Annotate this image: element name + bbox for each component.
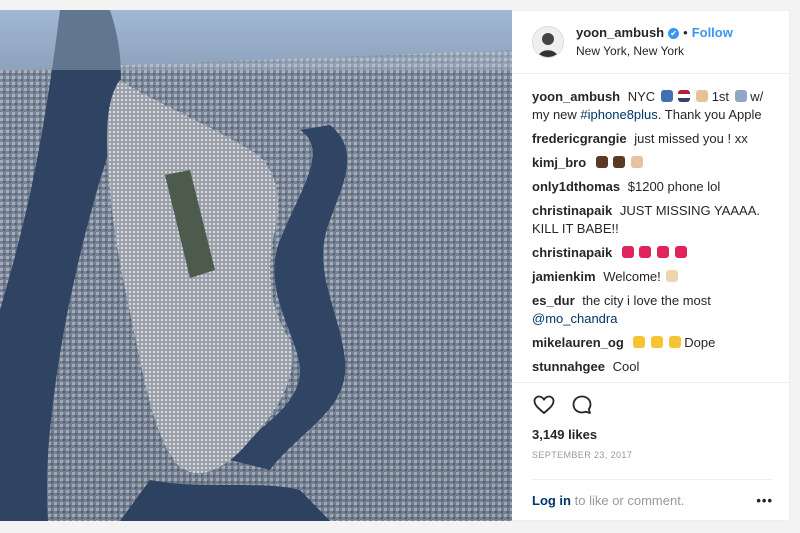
post-photo[interactable] bbox=[0, 10, 512, 521]
post-username[interactable]: yoon_ambush bbox=[576, 25, 664, 41]
post-location[interactable]: New York, New York bbox=[576, 43, 733, 59]
avatar[interactable] bbox=[532, 26, 564, 58]
post-footer: 3,149 likes SEPTEMBER 23, 2017 Log in to… bbox=[512, 382, 789, 520]
login-prompt: Log in to like or comment. ••• bbox=[532, 479, 773, 520]
post-date[interactable]: SEPTEMBER 23, 2017 bbox=[532, 450, 773, 460]
comment-username[interactable]: kimj_bro bbox=[532, 155, 586, 170]
comment-text: Welcome! bbox=[603, 269, 661, 284]
comment-username[interactable]: stunnahgee bbox=[532, 359, 605, 374]
clapping-hands-emoji-icon bbox=[668, 336, 681, 348]
action-bar bbox=[532, 385, 773, 425]
instagram-post: yoon_ambush ✔ • Follow New York, New Yor… bbox=[0, 10, 790, 521]
list-item: kimj_bro bbox=[532, 154, 775, 172]
comment-text: Dope bbox=[684, 335, 716, 350]
list-item: mikelauren_og Dope bbox=[532, 334, 775, 352]
caption-text-4: . Thank you Apple bbox=[657, 107, 762, 122]
list-item: christinapaik bbox=[532, 244, 775, 262]
comment-username[interactable]: mikelauren_og bbox=[532, 335, 624, 350]
praying-hands-emoji-icon bbox=[631, 156, 644, 168]
comment-username[interactable]: jamienkim bbox=[532, 269, 596, 284]
post-header: yoon_ambush ✔ • Follow New York, New Yor… bbox=[512, 11, 789, 74]
thumbs-up-emoji-icon bbox=[595, 156, 608, 168]
login-suffix-text: to like or comment. bbox=[574, 492, 685, 508]
heart-icon bbox=[533, 395, 555, 415]
more-options-icon[interactable]: ••• bbox=[756, 493, 773, 508]
heart-emoji-icon bbox=[639, 246, 652, 258]
list-item: es_dur the city i love the most @mo_chan… bbox=[532, 292, 775, 328]
comment-username[interactable]: only1dthomas bbox=[532, 179, 620, 194]
comment-username[interactable]: fredericgrangie bbox=[532, 131, 627, 146]
likes-count[interactable]: 3,149 likes bbox=[532, 427, 773, 442]
comment-text: Cool bbox=[612, 359, 640, 374]
comment-button[interactable] bbox=[570, 393, 594, 417]
comment-text: $1200 phone lol bbox=[627, 179, 721, 194]
waving-hand-emoji-icon bbox=[666, 270, 679, 282]
follow-button[interactable]: Follow bbox=[692, 25, 733, 41]
us-flag-emoji-icon bbox=[678, 90, 691, 102]
list-item: jamienkim Welcome! bbox=[532, 268, 775, 286]
aerial-photo-of-manhattan bbox=[0, 10, 512, 521]
list-item: only1dthomas $1200 phone lol bbox=[532, 178, 775, 196]
clapping-hands-emoji-icon bbox=[651, 336, 664, 348]
heart-emoji-icon bbox=[674, 246, 687, 258]
waving-hand-emoji-icon bbox=[696, 90, 709, 102]
comment-bubble-icon bbox=[572, 395, 592, 414]
heart-emoji-icon bbox=[621, 246, 634, 258]
comment-username[interactable]: es_dur bbox=[532, 293, 575, 308]
login-link[interactable]: Log in bbox=[532, 493, 571, 508]
comment-username[interactable]: christinapaik bbox=[532, 203, 612, 218]
list-item: christinapaik JUST MISSING YAAAA. KILL I… bbox=[532, 202, 775, 238]
thumbs-up-emoji-icon bbox=[613, 156, 626, 168]
user-avatar-icon bbox=[533, 27, 563, 57]
comment-text: the city i love the most bbox=[582, 293, 711, 308]
clapping-hands-emoji-icon bbox=[633, 336, 646, 348]
caption-text-1: NYC bbox=[627, 89, 656, 104]
post-sidebar: yoon_ambush ✔ • Follow New York, New Yor… bbox=[512, 10, 790, 521]
list-item: stunnahgee Cool bbox=[532, 358, 775, 376]
statue-of-liberty-emoji-icon bbox=[660, 90, 673, 102]
mention-link[interactable]: @mo_chandra bbox=[532, 311, 617, 326]
verified-badge-icon: ✔ bbox=[668, 27, 680, 39]
heart-emoji-icon bbox=[657, 246, 670, 258]
caption-username[interactable]: yoon_ambush bbox=[532, 89, 620, 104]
camera-photo-emoji-icon bbox=[734, 90, 747, 102]
list-item: fredericgrangie just missed you ! xx bbox=[532, 130, 775, 148]
comment-username[interactable]: christinapaik bbox=[532, 245, 612, 260]
caption: yoon_ambush NYC 1st w/ my new #iphone8pl… bbox=[532, 88, 775, 124]
like-button[interactable] bbox=[532, 393, 556, 417]
comment-text: just missed you ! xx bbox=[634, 131, 748, 146]
caption-text-2: 1st bbox=[711, 89, 730, 104]
separator-dot: • bbox=[683, 25, 688, 40]
hashtag-link[interactable]: #iphone8plus bbox=[580, 107, 657, 122]
comments-list: yoon_ambush NYC 1st w/ my new #iphone8pl… bbox=[512, 74, 789, 382]
